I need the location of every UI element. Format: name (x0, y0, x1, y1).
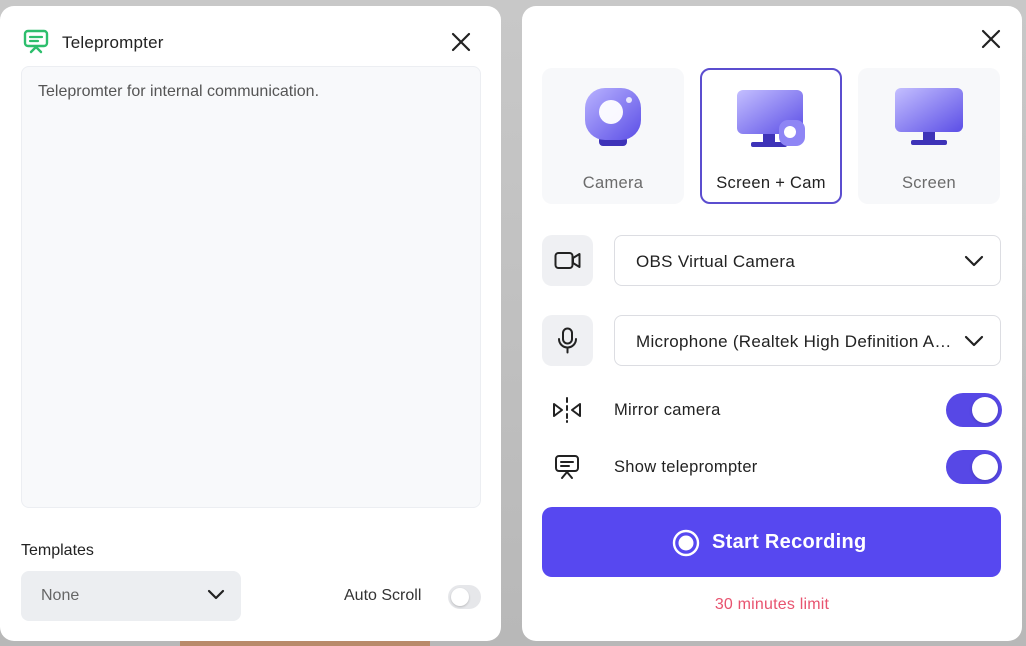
camera-mode-icon (585, 88, 641, 146)
teleprompter-text-input[interactable]: Telepromter for internal communication. (21, 66, 481, 508)
camera-device-dropdown[interactable]: OBS Virtual Camera (614, 235, 1001, 286)
chevron-down-icon (207, 589, 225, 600)
toggle-knob (972, 397, 998, 423)
teleprompter-header: Teleprompter (22, 28, 479, 58)
recording-limit-text: 30 minutes limit (714, 596, 830, 613)
toggle-knob (972, 454, 998, 480)
teleprompter-logo-icon (23, 29, 49, 54)
video-camera-icon (554, 252, 581, 269)
show-teleprompter-label: Show teleprompter (614, 458, 758, 476)
auto-scroll-label: Auto Scroll (344, 587, 422, 604)
mode-camera-label: Camera (582, 174, 644, 192)
screen-mode-icon (895, 88, 963, 145)
mode-screen-cam-card[interactable]: Screen + Cam (700, 68, 842, 204)
camera-device-icon-box (542, 235, 593, 286)
mode-screen-cam-label: Screen + Cam (716, 174, 826, 192)
record-icon (672, 529, 700, 557)
microphone-device-dropdown[interactable]: Microphone (Realtek High Definition Audi… (614, 315, 1001, 366)
start-recording-label: Start Recording (712, 531, 867, 553)
chevron-down-icon (964, 335, 984, 347)
show-teleprompter-row: Show teleprompter (542, 450, 1002, 484)
auto-scroll-toggle[interactable] (448, 585, 481, 609)
microphone-device-value: Microphone (Realtek High Definition Audi… (636, 332, 956, 351)
microphone-device-icon-box (542, 315, 593, 366)
mirror-camera-toggle[interactable] (946, 393, 1002, 427)
templates-dropdown[interactable]: None (21, 571, 241, 621)
camera-device-value: OBS Virtual Camera (636, 252, 796, 271)
teleprompter-close-icon[interactable] (448, 29, 474, 55)
recorder-close-icon[interactable] (978, 26, 1004, 52)
toggle-knob (451, 588, 469, 606)
mode-screen-card[interactable]: Screen (858, 68, 1000, 204)
teleprompter-panel: Teleprompter Telepromter for internal co… (0, 6, 501, 641)
teleprompter-title: Teleprompter (62, 33, 164, 52)
mode-camera-card[interactable]: Camera (542, 68, 684, 204)
mirror-icon (553, 397, 581, 423)
mirror-camera-row: Mirror camera (542, 393, 1002, 427)
chevron-down-icon (964, 255, 984, 267)
templates-selected-value: None (41, 587, 80, 604)
microphone-icon (558, 327, 577, 354)
screen-cam-mode-icon (737, 90, 805, 147)
recorder-panel: Camera Screen + Cam Screen OBS Virtual C… (522, 6, 1022, 641)
show-teleprompter-toggle[interactable] (946, 450, 1002, 484)
teleprompter-icon (555, 455, 579, 479)
mirror-camera-label: Mirror camera (614, 401, 721, 419)
start-recording-button[interactable]: Start Recording (542, 507, 1001, 577)
templates-label: Templates (21, 542, 94, 559)
mode-screen-label: Screen (901, 174, 957, 192)
